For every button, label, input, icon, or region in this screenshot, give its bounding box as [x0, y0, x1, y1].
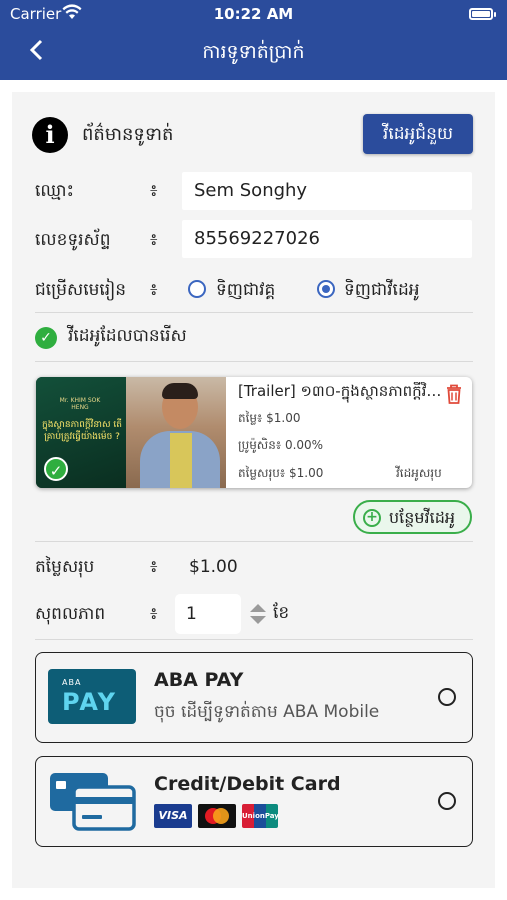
- divider: [35, 541, 473, 542]
- divider: [35, 361, 473, 362]
- aba-pay-name: ABA PAY: [154, 669, 244, 691]
- name-colon: ៖: [150, 181, 158, 201]
- aba-logo-small: ABA: [62, 678, 82, 687]
- page-title: ការទូទាត់ប្រាក់: [202, 41, 305, 63]
- radio-buy-video[interactable]: [317, 280, 335, 298]
- phone-colon: ៖: [150, 230, 158, 250]
- add-video-label: បន្ថែមវីដេអូ: [389, 508, 456, 527]
- selected-check-icon: ✓: [44, 457, 68, 481]
- divider: [35, 639, 473, 640]
- card-payment-name: Credit/Debit Card: [154, 773, 341, 795]
- credit-card-icon: [50, 773, 136, 831]
- trash-icon[interactable]: [444, 383, 464, 405]
- stepper-icon[interactable]: [249, 601, 267, 627]
- add-video-button[interactable]: + បន្ថែមវីដេអូ: [353, 500, 472, 534]
- payment-info-label: ព័ត៌មានទូទាត់: [82, 124, 174, 145]
- thumbnail-caption: ក្នុងស្ថានភាពក្ដីវិនាស តើគ្រាប់ត្រូវធ្វើ…: [42, 420, 122, 442]
- total-value: $1.00: [189, 557, 238, 577]
- unionpay-logo: UnionPay: [242, 804, 279, 828]
- phone-field[interactable]: 85569227026: [182, 220, 472, 258]
- radio-buy-course[interactable]: [188, 280, 206, 298]
- video-thumbnail: Mr. KHIM SOK HENG ក្នុងស្ថានភាពក្ដីវិនាស…: [36, 377, 226, 488]
- duration-input[interactable]: 1: [175, 594, 241, 634]
- radio-buy-video-label[interactable]: ទិញជាវីដេអូ: [344, 279, 420, 304]
- aba-logo-big: PAY: [62, 688, 118, 716]
- name-label: ឈ្មោះ: [35, 181, 75, 201]
- selected-videos-label: វីដេអូដែលបានរើស: [68, 326, 187, 346]
- video-discount: ប្រូម៉ូសិន៖ 0.00%: [238, 438, 324, 452]
- duration-colon: ៖: [150, 604, 158, 624]
- total-label: តម្លៃសរុប: [35, 557, 95, 577]
- navigation-header: Carrier 10:22 AM ការទូទាត់ប្រាក់: [0, 0, 507, 80]
- check-circle-icon: ✓: [35, 327, 57, 349]
- duration-label: សុពលភាព: [35, 604, 106, 624]
- radio-buy-course-label[interactable]: ទិញជាវគ្គ: [216, 279, 275, 304]
- mastercard-logo: [198, 804, 236, 828]
- video-type: វីដេអូសរុប: [396, 466, 442, 480]
- aba-pay-subtitle: ចុច ដើម្បីទូទាត់តាម ABA Mobile: [154, 702, 380, 722]
- name-field[interactable]: Sem Songhy: [182, 172, 472, 210]
- clock: 10:22 AM: [213, 5, 294, 23]
- info-icon: i: [32, 117, 68, 153]
- video-card[interactable]: Mr. KHIM SOK HENG ក្នុងស្ថានភាពក្ដីវិនាស…: [36, 377, 472, 488]
- thumbnail-brand: Mr. KHIM SOK HENG: [59, 397, 101, 411]
- aba-pay-logo: ABA PAY: [48, 669, 136, 724]
- visa-logo: VISA: [154, 804, 192, 828]
- divider: [35, 312, 473, 313]
- video-price: តម្លៃ៖ $1.00: [238, 411, 301, 425]
- plus-icon: +: [363, 509, 381, 527]
- phone-label: លេខទូរស័ព្ទ: [35, 230, 111, 250]
- help-video-button[interactable]: វីដេអូជំនួយ: [363, 114, 473, 154]
- video-title: [Trailer] ១៣០-ក្នុងស្ថានភាពក្ដីវិនាស: [238, 382, 443, 400]
- option-colon: ៖: [150, 280, 158, 300]
- video-total: តម្លៃសរុប៖ $1.00: [238, 466, 324, 480]
- lesson-option-label: ជម្រើសមេរៀន: [35, 280, 127, 300]
- aba-pay-radio[interactable]: [438, 688, 456, 706]
- payment-option-card[interactable]: Credit/Debit Card VISA UnionPay: [35, 756, 473, 847]
- card-payment-radio[interactable]: [438, 792, 456, 810]
- status-bar: Carrier 10:22 AM: [0, 0, 507, 28]
- battery-icon: [469, 8, 496, 20]
- total-colon: ៖: [150, 557, 158, 577]
- duration-unit: ខែ: [273, 603, 290, 623]
- payment-option-aba[interactable]: ABA PAY ABA PAY ចុច ដើម្បីទូទាត់តាម ABA …: [35, 652, 473, 743]
